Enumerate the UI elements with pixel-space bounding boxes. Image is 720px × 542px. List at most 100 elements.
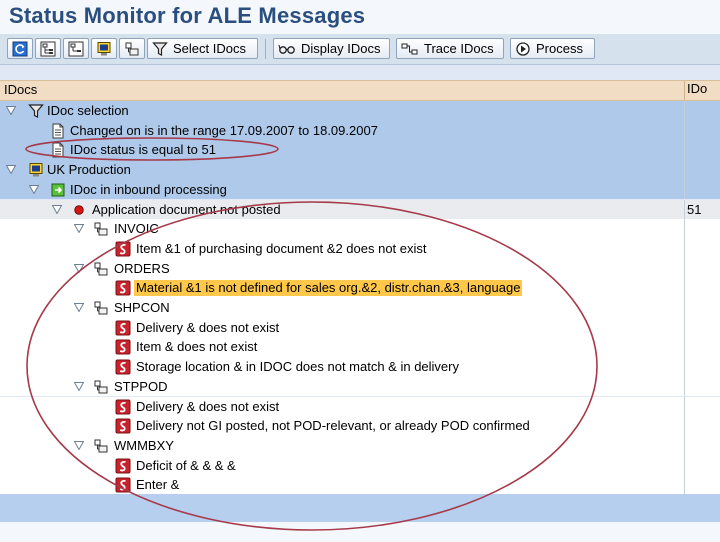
error-message-icon [115, 477, 131, 493]
select-idocs-button[interactable]: Select IDocs [147, 38, 258, 59]
tree-node-label: Item &1 of purchasing document &2 does n… [136, 240, 427, 256]
trace-idocs-label: Trace IDocs [424, 41, 494, 56]
error-message-icon [115, 399, 131, 415]
tree-node-label: IDoc status is equal to 51 [70, 142, 216, 158]
idoc-count: 51 [687, 201, 702, 217]
column-divider [684, 120, 685, 141]
column-header: IDocs IDo [0, 80, 720, 101]
tree-node-orders-msg[interactable]: Material &1 is not defined for sales org… [0, 278, 720, 298]
column-divider [684, 140, 685, 161]
column-divider [684, 475, 685, 495]
collapse-subtree-button[interactable] [63, 38, 89, 59]
select-idocs-label: Select IDocs [173, 41, 246, 56]
tree-node-changed-on[interactable]: Changed on is in the range 17.09.2007 to… [0, 120, 720, 141]
error-status-icon [71, 202, 87, 218]
collapse-arrow-icon[interactable] [29, 185, 39, 194]
tree-node-label: Delivery & does not exist [136, 398, 280, 414]
column-divider [684, 298, 685, 318]
tree-node-idoc-selection[interactable]: IDoc selection [0, 101, 720, 121]
tree-node-label: Deficit of & & & & [136, 457, 236, 473]
tree-node-label: Delivery & does not exist [136, 319, 280, 335]
collapse-arrow-icon[interactable] [74, 441, 84, 450]
collapse-tree-icon [68, 41, 84, 56]
column-divider [684, 357, 685, 377]
message-type-icon [124, 41, 140, 57]
column-divider [684, 238, 685, 259]
collapse-arrow-icon[interactable] [6, 106, 16, 115]
message-type-icon [93, 300, 109, 316]
monitor-button[interactable] [91, 38, 117, 59]
filter-icon [28, 103, 44, 119]
tree-node-uk-production[interactable]: UK Production [0, 160, 720, 180]
inbound-icon [50, 182, 66, 198]
tree-node-stppod-msg-1[interactable]: Delivery & does not exist [0, 396, 720, 417]
expand-subtree-button[interactable] [35, 38, 61, 59]
refresh-button[interactable] [7, 38, 33, 59]
error-message-icon [115, 280, 131, 296]
tree-node-stppod[interactable]: STPPOD [0, 376, 720, 397]
collapse-arrow-icon[interactable] [74, 224, 84, 233]
trace-icon [401, 43, 418, 54]
message-type-button[interactable] [119, 38, 145, 59]
column-divider [684, 278, 685, 298]
collapse-arrow-icon[interactable] [74, 303, 84, 312]
tree-node-app-not-posted[interactable]: Application document not posted 51 [0, 199, 720, 220]
column-divider [684, 101, 685, 121]
tree-node-inbound-processing[interactable]: IDoc in inbound processing [0, 179, 720, 200]
error-message-icon [115, 359, 131, 375]
column-divider [684, 435, 685, 456]
filter-icon [152, 41, 168, 57]
execute-icon [516, 41, 530, 56]
message-type-icon [93, 261, 109, 277]
system-icon [28, 162, 44, 178]
error-message-icon [115, 241, 131, 257]
toolbar-separator [265, 39, 266, 59]
app-window: Status Monitor for ALE Messages Select I… [0, 0, 720, 542]
tree-node-stppod-msg-2[interactable]: Delivery not GI posted, not POD-relevant… [0, 416, 720, 436]
tree-node-shpcon-msg-3[interactable]: Storage location & in IDOC does not matc… [0, 357, 720, 377]
tree-node-invoic[interactable]: INVOIC [0, 219, 720, 239]
tree-footer [0, 494, 720, 522]
column-header-idocs[interactable]: IDocs [4, 82, 37, 97]
tree-node-label: WMMBXY [114, 437, 174, 453]
column-divider [684, 376, 685, 397]
process-label: Process [536, 41, 583, 56]
tree-node-wmmbxy-msg-1[interactable]: Deficit of & & & & [0, 455, 720, 476]
tree-node-wmmbxy[interactable]: WMMBXY [0, 435, 720, 456]
tree-node-status-equal[interactable]: IDoc status is equal to 51 [0, 140, 720, 161]
column-divider [684, 455, 685, 476]
collapse-arrow-icon[interactable] [74, 382, 84, 391]
tree-node-shpcon-msg-2[interactable]: Item & does not exist [0, 337, 720, 358]
collapse-arrow-icon[interactable] [52, 205, 62, 214]
tree-node-shpcon[interactable]: SHPCON [0, 298, 720, 318]
application-toolbar: Select IDocs Display IDocs Trace IDocs P… [0, 34, 720, 65]
display-idocs-button[interactable]: Display IDocs [273, 38, 390, 59]
message-type-icon [93, 379, 109, 395]
error-message-icon [115, 320, 131, 336]
column-divider [684, 416, 685, 436]
error-message-icon [115, 418, 131, 434]
tree-node-label: Application document not posted [92, 201, 281, 217]
collapse-arrow-icon[interactable] [74, 264, 84, 273]
tree-node-label: Storage location & in IDOC does not matc… [136, 359, 459, 375]
tree-node-shpcon-msg-1[interactable]: Delivery & does not exist [0, 317, 720, 338]
tree-node-invoic-msg[interactable]: Item &1 of purchasing document &2 does n… [0, 238, 720, 259]
highlighted-message-label: Material &1 is not defined for sales org… [134, 280, 523, 297]
tree-node-label: SHPCON [114, 300, 170, 315]
error-message-icon [115, 339, 131, 355]
tree-node-orders[interactable]: ORDERS [0, 258, 720, 279]
column-divider [684, 396, 685, 417]
message-type-icon [93, 438, 109, 454]
system-monitor-icon [96, 41, 112, 57]
column-header-idoc-count[interactable]: IDo [684, 81, 720, 100]
expand-tree-icon [40, 41, 56, 56]
column-divider [684, 337, 685, 358]
process-button[interactable]: Process [510, 38, 595, 59]
tree-node-label: Changed on is in the range 17.09.2007 to… [70, 122, 378, 138]
window-bottom-edge [0, 522, 720, 542]
tree-node-wmmbxy-msg-2[interactable]: Enter & [0, 475, 720, 495]
document-icon [50, 142, 66, 158]
trace-idocs-button[interactable]: Trace IDocs [396, 38, 504, 59]
display-idocs-label: Display IDocs [301, 41, 381, 56]
collapse-arrow-icon[interactable] [6, 165, 16, 174]
